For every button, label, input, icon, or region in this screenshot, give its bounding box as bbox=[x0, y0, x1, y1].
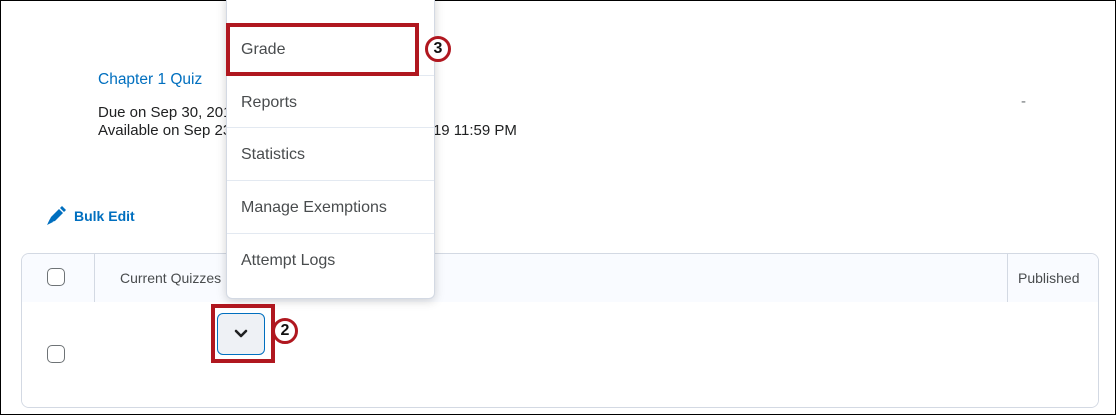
chevron-down-icon bbox=[234, 329, 248, 339]
select-all-checkbox[interactable] bbox=[47, 268, 65, 286]
quizzes-table: Current Quizzes Published bbox=[21, 253, 1099, 408]
table-header: Current Quizzes Published bbox=[22, 254, 1098, 303]
step-2-callout: 2 bbox=[272, 318, 298, 344]
menu-item-statistics[interactable]: Statistics bbox=[227, 128, 434, 181]
quiz-title-link[interactable]: Chapter 1 Quiz bbox=[98, 71, 202, 89]
quiz-actions-dropdown-button[interactable] bbox=[217, 313, 265, 355]
table-row bbox=[22, 302, 1098, 407]
column-header-published: Published bbox=[1018, 270, 1080, 286]
published-status: - bbox=[1021, 93, 1026, 110]
step-3-callout: 3 bbox=[425, 36, 451, 62]
menu-item-attempt-logs[interactable]: Attempt Logs bbox=[227, 234, 434, 287]
bulk-edit-label: Bulk Edit bbox=[74, 208, 135, 224]
quiz-context-menu: Grade Reports Statistics Manage Exemptio… bbox=[226, 0, 435, 299]
column-header-current-quizzes: Current Quizzes bbox=[120, 270, 222, 286]
menu-item-reports[interactable]: Reports bbox=[227, 76, 434, 129]
bulk-edit-button[interactable]: Bulk Edit bbox=[46, 205, 135, 227]
menu-item-grade[interactable]: Grade bbox=[227, 23, 434, 76]
menu-item-manage-exemptions[interactable]: Manage Exemptions bbox=[227, 181, 434, 234]
pencil-icon bbox=[46, 206, 68, 226]
row-select-checkbox[interactable] bbox=[47, 345, 65, 363]
